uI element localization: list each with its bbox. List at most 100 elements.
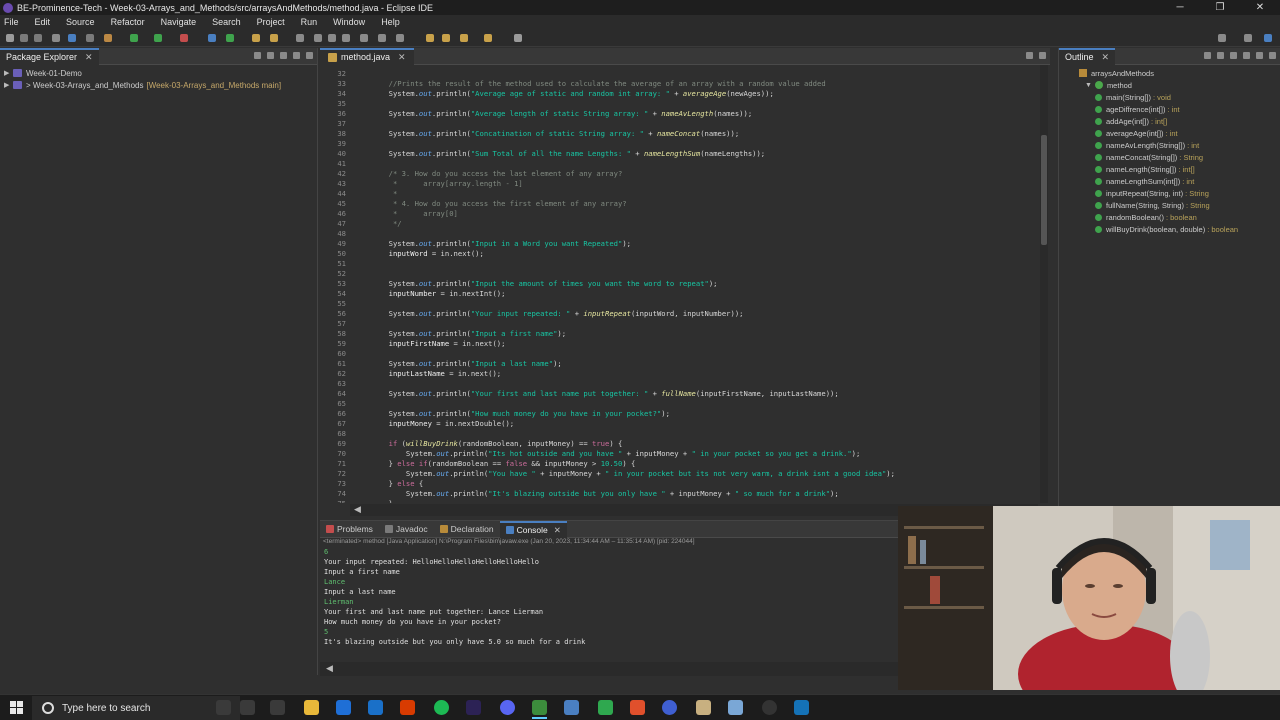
code-line[interactable]: 35 [320, 99, 1038, 109]
code-line[interactable]: 63 [320, 379, 1038, 389]
code-line[interactable]: 39 [320, 139, 1038, 149]
tab-declaration[interactable]: Declaration [434, 521, 500, 538]
menu-run[interactable]: Run [301, 17, 318, 27]
view-menu-icon[interactable] [1269, 52, 1276, 59]
code-line[interactable]: 40 System.out.println("Sum Total of all … [320, 149, 1038, 159]
close-icon[interactable]: ✕ [1102, 52, 1110, 63]
outline-method[interactable]: main(String[]): void [1095, 91, 1280, 103]
menu-project[interactable]: Project [257, 17, 285, 27]
tree-item-week-01[interactable]: ▶ Week-01-Demo [4, 67, 317, 79]
code-line[interactable]: 75 } [320, 499, 1038, 503]
code-line[interactable]: 62 inputLastName = in.next(); [320, 369, 1038, 379]
code-line[interactable]: 58 System.out.println("Input a first nam… [320, 329, 1038, 339]
save-all-icon[interactable] [34, 34, 42, 42]
pin-editor-icon[interactable] [514, 34, 522, 42]
code-line[interactable]: 71 } else if(randomBoolean == false && i… [320, 459, 1038, 469]
menu-file[interactable]: File [4, 17, 19, 27]
maximize-button[interactable]: ❐ [1200, 0, 1240, 15]
prev-annotation-icon[interactable] [396, 34, 404, 42]
chevron-right-icon[interactable]: ▶ [4, 69, 13, 77]
new-package-icon[interactable] [226, 34, 234, 42]
obs-icon[interactable] [762, 700, 777, 715]
tab-problems[interactable]: Problems [320, 521, 379, 538]
code-line[interactable]: 72 System.out.println("You have " + inpu… [320, 469, 1038, 479]
code-line[interactable]: 36 System.out.println("Average length of… [320, 109, 1038, 119]
windows-start-icon[interactable] [10, 701, 24, 715]
outline-class[interactable]: ▼ method [1079, 79, 1280, 91]
annotation-icon[interactable] [328, 34, 336, 42]
code-line[interactable]: 48 [320, 229, 1038, 239]
sticky-notes-icon[interactable] [728, 700, 743, 715]
code-line[interactable]: 67 inputMoney = in.nextDouble(); [320, 419, 1038, 429]
menu-search[interactable]: Search [212, 17, 241, 27]
menu-help[interactable]: Help [381, 17, 400, 27]
search-toolbar-icon[interactable] [296, 34, 304, 42]
save-icon[interactable] [20, 34, 28, 42]
menu-refactor[interactable]: Refactor [111, 17, 145, 27]
notepad-icon[interactable] [564, 700, 579, 715]
debug-perspective-icon[interactable] [68, 34, 76, 42]
file-explorer-icon[interactable] [304, 700, 319, 715]
office-icon[interactable] [400, 700, 415, 715]
code-line[interactable]: 46 * array[0] [320, 209, 1038, 219]
hide-local-types-icon[interactable] [1256, 52, 1263, 59]
code-line[interactable]: 73 } else { [320, 479, 1038, 489]
link-editor-icon[interactable] [267, 52, 274, 59]
close-icon[interactable]: ✕ [85, 52, 93, 63]
toggle-mark-icon[interactable] [314, 34, 322, 42]
code-line[interactable]: 57 [320, 319, 1038, 329]
outline-method[interactable]: averageAge(int[]): int [1095, 127, 1280, 139]
code-line[interactable]: 49 System.out.println("Input in a Word y… [320, 239, 1038, 249]
code-line[interactable]: 68 [320, 429, 1038, 439]
code-line[interactable]: 55 [320, 299, 1038, 309]
run-icon[interactable] [130, 34, 138, 42]
taskbar-search-box[interactable]: Type here to search [32, 696, 240, 720]
task-view-icon[interactable] [270, 700, 285, 715]
forward-icon[interactable] [460, 34, 468, 42]
code-line[interactable]: 64 System.out.println("Your first and la… [320, 389, 1038, 399]
forward-arrow-icon[interactable] [484, 34, 492, 42]
microsoft-store-icon[interactable] [336, 700, 351, 715]
chevron-down-icon[interactable]: ▼ [1085, 82, 1092, 89]
sort-icon[interactable] [1204, 52, 1211, 59]
skip-breakpoints-icon[interactable] [86, 34, 94, 42]
minimize-button[interactable]: ─ [1160, 0, 1200, 15]
chat-icon[interactable] [240, 700, 255, 715]
tab-outline[interactable]: Outline ✕ [1059, 47, 1116, 65]
hide-fields-icon[interactable] [1217, 52, 1224, 59]
code-line[interactable]: 60 [320, 349, 1038, 359]
code-area[interactable]: 32 33 //Prints the result of the method u… [320, 65, 1038, 503]
whitespace-icon[interactable] [360, 34, 368, 42]
tab-console[interactable]: Console ✕ [499, 520, 567, 538]
outline-method[interactable]: addAge(int[]): int[] [1095, 115, 1280, 127]
maximize-view-icon[interactable] [1039, 52, 1046, 59]
game-bar-icon[interactable] [598, 700, 613, 715]
minimize-view-icon[interactable] [293, 52, 300, 59]
maximize-view-icon[interactable] [306, 52, 313, 59]
view-menu-icon[interactable] [280, 52, 287, 59]
code-line[interactable]: 37 [320, 119, 1038, 129]
java-perspective-icon[interactable] [1264, 34, 1272, 42]
code-line[interactable]: 41 [320, 159, 1038, 169]
scroll-left-icon[interactable]: ◀ [354, 504, 361, 515]
xbox-icon[interactable] [532, 700, 547, 719]
menu-window[interactable]: Window [333, 17, 365, 27]
console-output[interactable]: 6 Your input repeated: HelloHelloHelloHel… [320, 547, 898, 647]
new-icon[interactable] [6, 34, 14, 42]
outline-method[interactable]: nameConcat(String[]): String [1095, 151, 1280, 163]
outline-package[interactable]: arraysAndMethods [1079, 67, 1280, 79]
code-line[interactable]: 52 [320, 269, 1038, 279]
code-line[interactable]: 44 * [320, 189, 1038, 199]
scroll-left-icon[interactable]: ◀ [326, 663, 333, 674]
menu-navigate[interactable]: Navigate [161, 17, 197, 27]
menu-source[interactable]: Source [66, 17, 95, 27]
code-line[interactable]: 61 System.out.println("Input a last name… [320, 359, 1038, 369]
code-line[interactable]: 56 System.out.println("Your input repeat… [320, 309, 1038, 319]
outline-method[interactable]: inputRepeat(String, int): String [1095, 187, 1280, 199]
code-line[interactable]: 33 //Prints the result of the method use… [320, 79, 1038, 89]
outline-method[interactable]: willBuyDrink(boolean, double): boolean [1095, 223, 1280, 235]
editor-vertical-scrollbar[interactable] [1040, 65, 1048, 503]
menu-edit[interactable]: Edit [35, 17, 51, 27]
code-line[interactable]: 54 inputNumber = in.nextInt(); [320, 289, 1038, 299]
open-perspective-icon[interactable] [1244, 34, 1252, 42]
